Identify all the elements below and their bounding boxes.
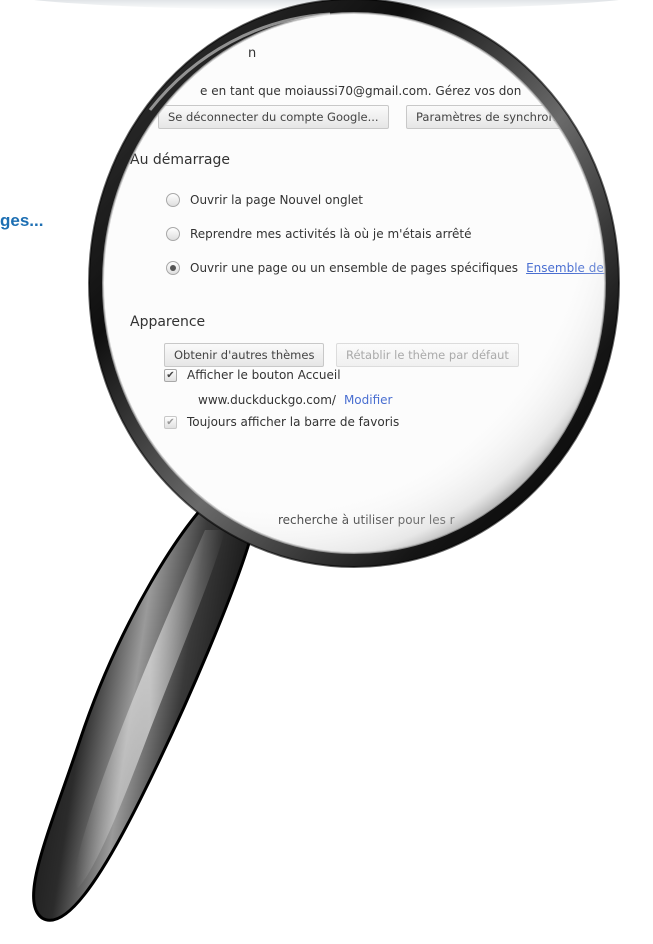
disconnect-google-button[interactable]: Se déconnecter du compte Google... [158,105,389,129]
home-url-text: www.duckduckgo.com/ [198,393,336,407]
appearance-section-title: Apparence [130,314,206,330]
chrome-settings-magnified: n e en tant que moiaussi70@gmail.com. Gé… [128,10,608,556]
radio-specific-pages[interactable] [166,261,180,275]
startup-option-resume[interactable]: Reprendre mes activités là où je m'étais… [166,227,472,241]
reset-theme-button[interactable]: Rétablir le thème par défaut [336,343,519,367]
startup-section-title: Au démarrage [130,152,230,168]
sync-heading-fragment: n [248,46,257,61]
startup-option-new-tab-label: Ouvrir la page Nouvel onglet [190,193,363,207]
connected-account-label: e en tant que moiaussi70@gmail.com. Gére… [200,84,522,98]
show-home-checkbox[interactable]: ✔ [164,368,177,382]
show-home-label: Afficher le bouton Accueil [187,368,341,382]
bookmarks-bar-checkbox[interactable]: ✔ [164,415,177,429]
set-pages-link[interactable]: Ensemble de pages [526,261,608,275]
radio-resume[interactable] [166,227,180,241]
bookmarks-bar-label: Toujours afficher la barre de favoris [187,415,400,429]
home-page-row: www.duckduckgo.com/ Modifier [198,393,392,407]
show-home-button-option[interactable]: ✔ Afficher le bouton Accueil [164,368,341,382]
magnifier-lens: n e en tant que moiaussi70@gmail.com. Gé… [100,10,608,556]
startup-option-specific-pages[interactable]: Ouvrir une page ou un ensemble de pages … [166,261,608,275]
startup-option-new-tab[interactable]: Ouvrir la page Nouvel onglet [166,193,363,207]
radio-new-tab[interactable] [166,193,180,207]
search-engine-fragment: recherche à utiliser pour les r [278,513,455,527]
search-engine-fragment-row: recherche à utiliser pour les r [278,513,455,527]
startup-option-resume-label: Reprendre mes activités là où je m'étais… [190,227,472,241]
connected-account-text: e en tant que moiaussi70@gmail.com. Gére… [200,84,521,98]
modify-home-link[interactable]: Modifier [344,393,393,407]
sync-settings-button[interactable]: Paramètres de synchron [406,105,566,129]
get-themes-button[interactable]: Obtenir d'autres thèmes [164,343,325,367]
bookmarks-bar-option[interactable]: ✔ Toujours afficher la barre de favoris [164,415,399,429]
startup-option-specific-pages-label: Ouvrir une page ou un ensemble de pages … [190,261,519,275]
